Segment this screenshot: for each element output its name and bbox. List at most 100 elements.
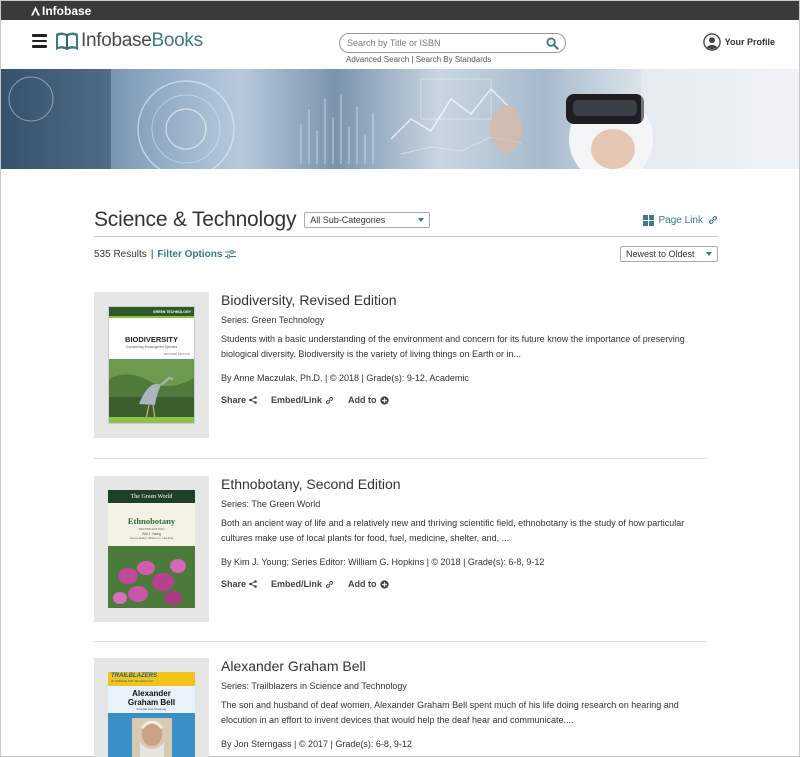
search-icon[interactable] [546, 37, 559, 50]
book-byline: By Kim J. Young; Series Editor: William … [221, 557, 545, 567]
heron-cover-art [109, 359, 194, 423]
book-description: Students with a basic understanding of t… [221, 334, 685, 359]
logo-wordmark: InfobaseBooks [81, 30, 203, 52]
book-byline: By Anne Maczulak, Ph.D. | © 2018 | Grade… [221, 373, 469, 383]
book-series: Series: Trailblazers in Science and Tech… [221, 681, 407, 691]
book-title[interactable]: Biodiversity, Revised Edition [221, 292, 707, 309]
infobase-books-logo[interactable]: InfobaseBooks [54, 28, 203, 54]
cover-title-line1: Alexander [132, 689, 171, 698]
book-cover-frame[interactable]: TRAILBLAZERS IN SCIENCE AND TECHNOLOGY A… [94, 658, 209, 757]
cover-series-subtext: IN SCIENCE AND TECHNOLOGY [111, 679, 154, 683]
book-cover-biodiversity[interactable]: GREEN TECHNOLOGY BIODIVERSITY Conserving… [108, 306, 195, 424]
add-to-button[interactable]: Add to [348, 395, 389, 405]
cover-subtitle: Conserving Endangered Species [125, 345, 178, 349]
book-cover-frame[interactable]: The Green World Ethnobotany SECOND EDITI… [94, 476, 209, 622]
book-info: Ethnobotany, Second Edition Series: The … [221, 476, 707, 589]
results-row: 535 Results | Filter Options Newest to O… [94, 246, 718, 262]
result-divider [94, 641, 707, 642]
book-actions: Share Embed/Link Add to [221, 579, 707, 589]
book-actions: Share Embed/Link Add to [221, 395, 707, 405]
cover-series-text: The Green World [130, 493, 173, 500]
share-icon [249, 580, 257, 588]
sort-select[interactable]: Newest to Oldest [620, 246, 718, 262]
book-cover-frame[interactable]: GREEN TECHNOLOGY BIODIVERSITY Conserving… [94, 292, 209, 438]
search-by-standards-link[interactable]: Search By Standards [416, 55, 492, 64]
chevron-down-icon [418, 218, 425, 222]
logo-suffix: Books [151, 30, 204, 51]
infobase-brand[interactable]: Infobase [31, 4, 91, 18]
embed-label: Embed/Link [271, 579, 323, 589]
filter-options-button[interactable]: Filter Options [157, 248, 237, 260]
result-divider [94, 458, 707, 459]
user-avatar-icon [702, 33, 721, 51]
add-label: Add to [348, 579, 377, 589]
cover-series-text: GREEN TECHNOLOGY [152, 309, 191, 314]
embed-link-button[interactable]: Embed/Link [271, 395, 334, 405]
sort-selected: Newest to Oldest [626, 249, 695, 259]
profile-button[interactable]: Your Profile [702, 33, 775, 51]
subcategory-selected: All Sub-Categories [310, 215, 386, 225]
book-title[interactable]: Alexander Graham Bell [221, 658, 707, 675]
grid-icon [642, 214, 654, 226]
book-description: Both an ancient way of life and a relati… [221, 518, 685, 543]
cover-series-band: TRAILBLAZERS IN SCIENCE AND TECHNOLOGY [108, 672, 195, 686]
cover-title: Ethnobotany [127, 516, 176, 526]
search-area: Advanced Search | Search By Standards [339, 33, 566, 64]
cover-title: BIODIVERSITY [125, 335, 178, 344]
portrait-cover-art [108, 714, 195, 757]
embed-link-button[interactable]: Embed/Link [271, 579, 334, 589]
book-cover-ethnobotany[interactable]: The Green World Ethnobotany SECOND EDITI… [108, 490, 195, 608]
book-cover-bell[interactable]: TRAILBLAZERS IN SCIENCE AND TECHNOLOGY A… [108, 672, 195, 757]
plus-circle-icon [379, 395, 389, 405]
banner-graphic [1, 69, 799, 169]
share-label: Share [221, 395, 247, 405]
advanced-search-link[interactable]: Advanced Search [346, 55, 409, 64]
search-link-separator: | [411, 55, 414, 64]
book-info: Alexander Graham Bell Series: Trailblaze… [221, 658, 707, 749]
top-bar: Infobase [1, 1, 799, 20]
filter-options-label: Filter Options [157, 248, 223, 260]
share-button[interactable]: Share [221, 579, 257, 589]
cover-title-line2: Graham Bell [127, 698, 176, 707]
results-count: 535 Results [94, 248, 147, 260]
add-label: Add to [348, 395, 377, 405]
cover-series-band: GREEN TECHNOLOGY [109, 307, 194, 316]
category-banner-image [1, 69, 799, 169]
subcategory-select[interactable]: All Sub-Categories [304, 212, 431, 228]
book-series: Series: Green Technology [221, 315, 325, 325]
cover-editor: Series Editor William G. Hopkins [129, 536, 174, 540]
page-link-button[interactable]: Page Link [642, 214, 718, 226]
book-title[interactable]: Ethnobotany, Second Edition [221, 476, 707, 493]
share-label: Share [221, 579, 247, 589]
add-to-button[interactable]: Add to [348, 579, 389, 589]
search-links: Advanced Search | Search By Standards [339, 55, 566, 64]
foxglove-cover-art [108, 546, 195, 608]
search-input[interactable] [347, 38, 537, 48]
page-title: Science & Technology [94, 208, 297, 231]
share-icon [249, 396, 257, 404]
book-description: The son and husband of deaf women, Alexa… [221, 700, 679, 725]
page-link-label: Page Link [658, 214, 703, 226]
cover-series-band: The Green World [108, 490, 195, 503]
link-icon [325, 580, 334, 588]
book-result: TRAILBLAZERS IN SCIENCE AND TECHNOLOGY A… [94, 658, 707, 757]
plus-circle-icon [379, 579, 389, 589]
menu-icon[interactable] [32, 34, 47, 48]
cover-subtitle: Inventor and Visionary [136, 707, 167, 711]
link-icon [325, 396, 334, 404]
share-button[interactable]: Share [221, 395, 257, 405]
infobase-mark-icon [31, 6, 40, 15]
book-series: Series: The Green World [221, 499, 321, 509]
link-icon [709, 216, 717, 224]
results-header: Science & Technology All Sub-Categories … [94, 206, 718, 262]
site-header: InfobaseBooks Advanced Search | Search B… [1, 20, 799, 69]
embed-label: Embed/Link [271, 395, 323, 405]
profile-label: Your Profile [724, 37, 775, 47]
title-row: Science & Technology All Sub-Categories … [94, 206, 718, 234]
book-result: The Green World Ethnobotany SECOND EDITI… [94, 476, 707, 626]
logo-prefix: Infobase [81, 30, 152, 51]
cover-edition: SECOND EDITION [138, 527, 165, 531]
chevron-down-icon [706, 252, 712, 256]
sliders-icon [225, 249, 237, 258]
title-divider [94, 236, 718, 237]
